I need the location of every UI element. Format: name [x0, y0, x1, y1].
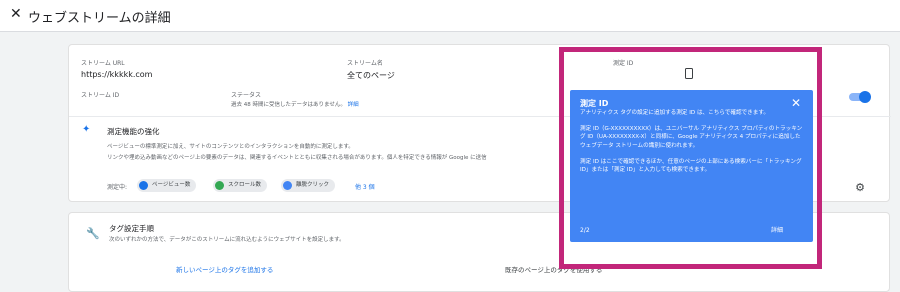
wrench-icon: 🔧 [86, 227, 100, 240]
gear-icon[interactable]: ⚙ [855, 181, 865, 194]
chip-scrolls: スクロール数 [213, 179, 268, 192]
chip-label: ページビュー数 [152, 182, 191, 188]
stream-id-label: ストリーム ID [81, 92, 120, 99]
chip-pageviews: ページビュー数 [137, 179, 197, 192]
status-label: ステータス [231, 92, 262, 99]
status-text: 過去 48 時間に受信したデータはありません。 [231, 102, 346, 108]
enhanced-desc-1: ページビューの標準測定に加え、サイトのコンテンツとのインタラクションを自動的に測… [107, 144, 354, 150]
add-new-tag-link[interactable]: 新しいページ上のタグを追加する [176, 264, 273, 274]
enhanced-measurement-title: 測定機能の強化 [107, 127, 160, 136]
measurement-id-tooltip: 測定 ID ✕ アナリティクス タグの設定に追加する測定 ID は、こちらで確認… [570, 90, 813, 242]
scroll-icon [215, 181, 224, 190]
measuring-label: 測定中: [107, 184, 128, 191]
tooltip-details-button[interactable]: 詳細 [771, 225, 783, 234]
tooltip-paragraph-2: 測定 ID（G-XXXXXXXXXX）は、ユニバーサル アナリティクス プロパテ… [580, 126, 803, 149]
sparkle-icon: ✦ [82, 124, 91, 135]
enhanced-desc-2: リンクや埋め込み動画などのページ上の要素のデータは、関連するイベントとともに収集… [107, 155, 487, 161]
enhanced-measurement-toggle[interactable] [849, 91, 871, 103]
stream-name-value: 全てのページ [347, 71, 395, 80]
stream-url-label: ストリーム URL [81, 60, 125, 67]
tag-setup-title: タグ設定手順 [109, 224, 154, 233]
tooltip-title: 測定 ID [580, 99, 609, 108]
more-events-link[interactable]: 他 3 個 [355, 182, 375, 191]
top-bar: ✕ ウェブストリームの詳細 [0, 0, 900, 32]
close-icon[interactable]: ✕ [791, 96, 801, 110]
status-value: 過去 48 時間に受信したデータはありません。 詳細 [231, 100, 359, 108]
tooltip-paragraph-3: 測定 ID はここで確認できるほか、任意のページの上部にある検索バーに「トラッキ… [580, 158, 802, 174]
tooltip-footer: 2/2 詳細 [580, 227, 803, 234]
page-title: ウェブストリームの詳細 [28, 11, 171, 26]
chip-label: 離脱クリック [296, 182, 330, 188]
tooltip-paragraph-1: アナリティクス タグの設定に追加する測定 ID は、こちらで確認できます。 [580, 110, 769, 116]
tag-setup-desc: 次のいずれかの方法で、データがこのストリームに流れ込むようにウェブサイトを設定し… [109, 237, 345, 243]
status-details-link[interactable]: 詳細 [348, 102, 359, 108]
click-icon [283, 181, 292, 190]
eye-icon [139, 181, 148, 190]
close-icon[interactable]: ✕ [10, 6, 22, 22]
tooltip-step: 2/2 [580, 227, 590, 234]
chip-label: スクロール数 [228, 182, 262, 188]
stream-name-label: ストリーム名 [347, 60, 383, 67]
stream-url-value: https://kkkkk.com [81, 70, 153, 79]
toggle-knob [859, 91, 871, 103]
chip-outbound-clicks: 離脱クリック [281, 179, 336, 192]
